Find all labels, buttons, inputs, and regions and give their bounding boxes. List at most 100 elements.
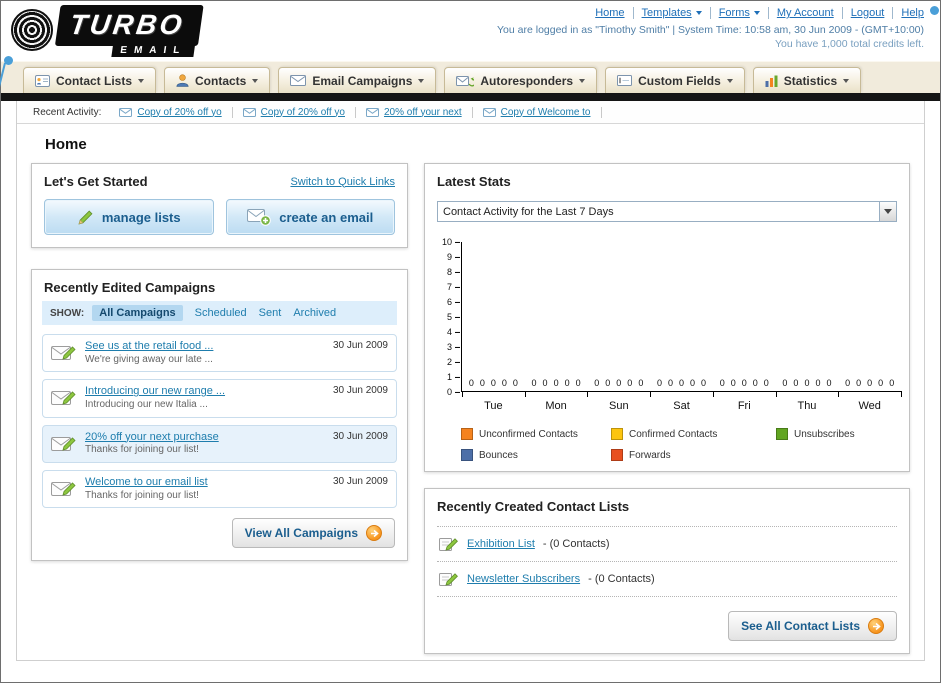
campaign-title-link[interactable]: Introducing our new range ... xyxy=(85,385,225,399)
campaign-filter[interactable]: Scheduled xyxy=(195,307,247,319)
legend-item: Unsubscribes xyxy=(776,428,909,440)
tab-contacts[interactable]: Contacts xyxy=(164,67,271,93)
chart-y-label: 2 xyxy=(446,356,461,367)
contact-activity-chart: 10 9 8 7 6 5 4 3 2 1 0 000000000000000000000000000… xyxy=(439,237,902,412)
view-all-campaigns-label: View All Campaigns xyxy=(244,526,358,540)
chart-x-tick xyxy=(462,391,463,397)
see-all-contact-lists-label: See All Contact Lists xyxy=(741,619,860,633)
contact-lists-icon xyxy=(35,74,50,87)
contact-lists-panel: Recently Created Contact Lists Exhibitio… xyxy=(424,488,910,654)
decoration-dot-right xyxy=(930,6,939,15)
get-started-panel: Let's Get Started Switch to Quick Links … xyxy=(31,163,408,248)
legend-swatch xyxy=(776,428,788,440)
chart-y-label: 4 xyxy=(446,326,461,337)
chart-y-label: 8 xyxy=(446,266,461,277)
campaign-filter[interactable]: All Campaigns xyxy=(92,305,183,321)
campaign-title-link[interactable]: Welcome to our email list xyxy=(85,476,208,490)
dropdown-arrow-icon xyxy=(695,11,702,15)
header-right: Home Templates Forms My Account Logout H… xyxy=(497,7,924,50)
tab-custom-fields[interactable]: Custom Fields xyxy=(605,67,745,93)
legend-item: Unconfirmed Contacts xyxy=(461,428,611,440)
top-nav-link[interactable]: Home xyxy=(595,7,624,19)
chart-value-group: 00000 xyxy=(719,378,769,388)
manage-lists-label: manage lists xyxy=(101,209,181,225)
contacts-icon xyxy=(176,74,189,87)
legend-label: Bounces xyxy=(479,449,518,461)
top-nav-link-label: Templates xyxy=(641,7,692,19)
switch-quick-links-link[interactable]: Switch to Quick Links xyxy=(290,176,395,188)
chart-x-ticks xyxy=(462,391,902,397)
top-nav: Home Templates Forms My Account Logout H… xyxy=(497,7,924,19)
top-nav-link-label: My Account xyxy=(776,7,834,19)
campaign-filter[interactable]: Sent xyxy=(259,307,282,319)
view-all-campaigns-button[interactable]: View All Campaigns xyxy=(231,518,395,548)
recent-activity-label: Recent Activity: xyxy=(33,106,102,118)
chart-value-group: 00000 xyxy=(594,378,644,388)
dropdown-arrow-icon xyxy=(753,11,760,15)
top-nav-link[interactable]: Logout xyxy=(841,7,884,19)
chart-x-tick xyxy=(587,391,589,397)
manage-lists-button[interactable]: manage lists xyxy=(44,199,214,235)
top-nav-link[interactable]: Help xyxy=(892,7,924,19)
contact-list-item[interactable]: Exhibition List - (0 Contacts) xyxy=(437,527,897,562)
campaign-date: 30 Jun 2009 xyxy=(332,430,388,442)
chart-value-group: 00000 xyxy=(845,378,895,388)
content-frame: Recent Activity: Copy of 20% off yo Copy… xyxy=(16,101,925,661)
tab-contact-lists[interactable]: Contact Lists xyxy=(23,67,157,93)
create-email-button[interactable]: create an email xyxy=(225,199,395,235)
campaign-title-link[interactable]: See us at the retail food ... xyxy=(85,340,213,354)
edit-pencil-icon xyxy=(439,536,459,552)
chevron-down-icon xyxy=(252,78,259,83)
stats-period-value: Contact Activity for the Last 7 Days xyxy=(443,205,614,218)
recent-activity-item[interactable]: Copy of Welcome to xyxy=(473,106,602,118)
contact-list-link[interactable]: Newsletter Subscribers xyxy=(467,573,580,585)
top-nav-link-label: Forms xyxy=(718,7,750,19)
top-nav-link[interactable]: My Account xyxy=(767,7,834,19)
campaign-item[interactable]: See us at the retail food ... We're givi… xyxy=(42,334,397,373)
campaigns-title: Recently Edited Campaigns xyxy=(44,280,216,295)
chart-day-label: Mon xyxy=(545,400,567,412)
campaign-filter[interactable]: Archived xyxy=(293,307,336,319)
chart-y-axis: 10 9 8 7 6 5 4 3 2 1 0 xyxy=(439,237,461,396)
campaign-date: 30 Jun 2009 xyxy=(332,340,388,351)
chart-x-axis: Tue Mon Sun Sat Fri Thu Wed xyxy=(462,400,901,412)
recent-activity-item[interactable]: 20% off your next xyxy=(356,106,473,118)
campaign-title-link[interactable]: 20% off your next purchase xyxy=(85,431,219,445)
logo-turbine-icon xyxy=(11,9,53,51)
campaign-item[interactable]: Introducing our new range ... Introducin… xyxy=(42,379,397,418)
top-nav-link-label: Home xyxy=(595,7,625,19)
create-email-label: create an email xyxy=(279,209,374,225)
main-nav: Contact Lists Contacts Email Campaigns A… xyxy=(1,61,940,93)
campaign-filters: All Campaigns Scheduled Sent Archived xyxy=(92,305,336,321)
top-nav-link[interactable]: Templates xyxy=(632,7,702,19)
campaign-item[interactable]: Welcome to our email list Thanks for joi… xyxy=(42,469,397,508)
tab-statistics[interactable]: Statistics xyxy=(752,67,862,93)
chart-day-label: Thu xyxy=(797,400,817,412)
tab-autoresponders[interactable]: Autoresponders xyxy=(444,67,598,93)
campaign-subtitle: Thanks for joining our list! xyxy=(85,489,199,501)
top-nav-link[interactable]: Forms xyxy=(709,7,760,19)
chart-value-group: 00000 xyxy=(468,378,518,388)
recent-activity-item[interactable]: Copy of 20% off yo xyxy=(109,106,233,118)
activity-item-label: 20% off your next xyxy=(383,106,462,118)
credits-info: You have 1,000 total credits left. xyxy=(774,38,924,50)
email-icon xyxy=(242,107,256,117)
contact-list-link[interactable]: Exhibition List xyxy=(467,538,535,550)
stats-period-select[interactable]: Contact Activity for the Last 7 Days xyxy=(437,201,897,222)
chart-x-tick xyxy=(712,391,714,397)
campaign-item[interactable]: 20% off your next purchase Thanks for jo… xyxy=(42,424,397,463)
email-icon xyxy=(482,107,496,117)
chart-y-label: 1 xyxy=(446,371,461,382)
contact-lists-title: Recently Created Contact Lists xyxy=(437,499,630,514)
recent-activity-item[interactable]: Copy of 20% off yo xyxy=(233,106,356,118)
page-title: Home xyxy=(45,136,87,153)
tab-label: Contact Lists xyxy=(56,73,133,88)
edit-campaign-icon xyxy=(51,479,77,499)
tab-email-campaigns[interactable]: Email Campaigns xyxy=(278,67,437,93)
recent-activity-bar: Recent Activity: Copy of 20% off yo Copy… xyxy=(17,101,924,124)
contact-list-item[interactable]: Newsletter Subscribers - (0 Contacts) xyxy=(437,562,897,597)
see-all-contact-lists-button[interactable]: See All Contact Lists xyxy=(728,611,897,641)
logo-text: TURBO EMAIL xyxy=(53,5,204,57)
activity-item-label: Copy of 20% off yo xyxy=(137,106,222,118)
chart-y-label: 6 xyxy=(446,296,461,307)
